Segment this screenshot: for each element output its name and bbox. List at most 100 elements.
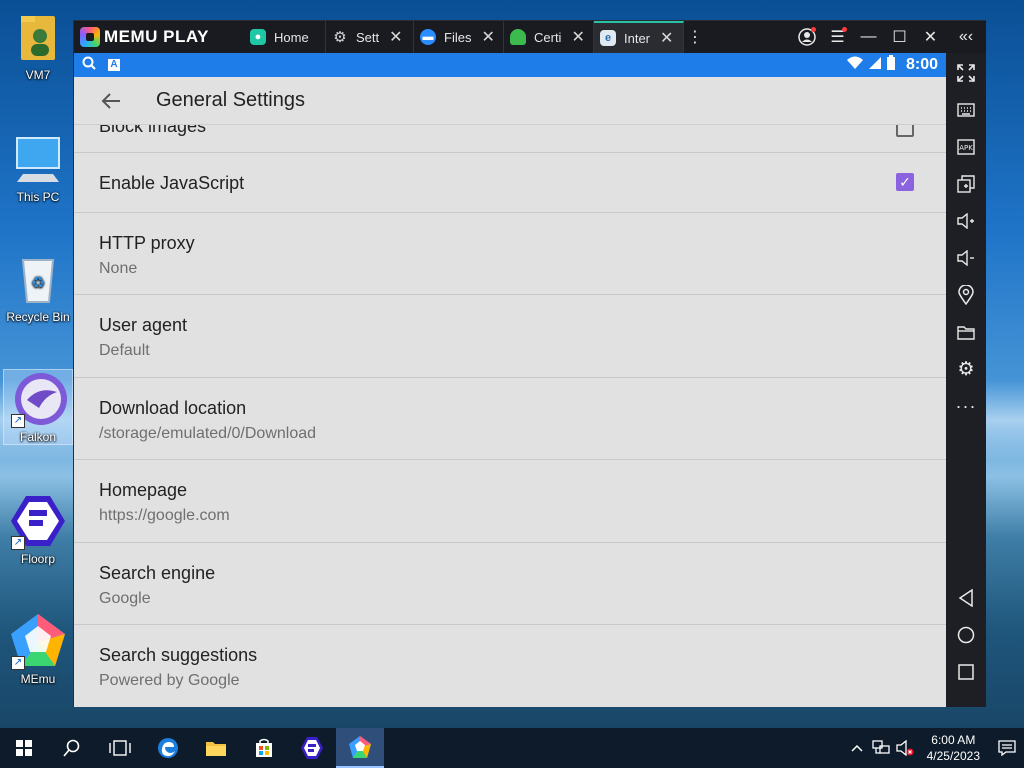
setting-title: Search engine [99,563,216,583]
windows-start-icon[interactable] [0,728,48,768]
search-icon [82,56,96,75]
tab-label: Sett [356,29,380,45]
desktop-icon-this-pc[interactable]: This PC [4,130,72,204]
setting-title: Download location [99,398,247,418]
tab-certificates[interactable]: Certi ✕ [504,21,594,53]
desktop-icon-memu[interactable]: ↗ MEmu [4,612,72,686]
clock-date: 4/25/2023 [926,749,980,763]
setting-search-engine[interactable]: Search engine Google [74,543,946,625]
account-icon[interactable] [791,21,822,53]
desktop-icon-floorp[interactable]: ↗ Floorp [4,492,72,566]
svg-text:APK: APK [959,144,973,152]
desktop-icon-label: Falkon [19,430,57,444]
settings-gear-icon: ⚙ [333,29,347,46]
windows-taskbar: 6:00 AM 4/25/2023 [0,728,1024,768]
android-home-icon[interactable] [952,621,980,649]
setting-block-images[interactable]: Block images [74,125,946,153]
memu-icon: ↗ [9,612,67,670]
taskbar-clock[interactable]: 6:00 AM 4/25/2023 [917,732,990,764]
status-time: 8:00 [905,56,938,73]
close-window-icon[interactable]: ✕ [915,21,946,53]
multi-instance-icon[interactable] [952,170,980,198]
maximize-icon[interactable]: ☐ [884,21,915,53]
files-app-icon: ▬ [420,29,436,45]
settings-appbar: General Settings [74,77,946,125]
setting-title: HTTP proxy [99,233,195,253]
svg-text:♻: ♻ [31,275,45,292]
android-back-icon[interactable] [952,584,980,612]
apk-install-icon[interactable]: APK [952,133,980,161]
setting-title: Block images [99,125,207,136]
tab-label: Files [444,29,472,45]
setting-subtitle: Google [99,590,151,607]
setting-search-suggestions[interactable]: Search suggestions Powered by Google [74,625,946,707]
more-options-icon[interactable]: ··· [952,392,980,420]
setting-download-location[interactable]: Download location /storage/emulated/0/Do… [74,378,946,460]
page-title: General Settings [156,89,305,111]
user-folder-icon [9,8,67,66]
desktop-icon-falkon[interactable]: ↗ Falkon [3,369,73,445]
edge-browser-icon[interactable] [144,728,192,768]
close-icon[interactable]: ✕ [660,28,673,48]
shortcut-arrow-icon: ↗ [11,414,25,428]
network-icon[interactable] [869,740,893,756]
enable-javascript-checkbox[interactable]: ✓ [896,173,914,191]
clock-time: 6:00 AM [931,733,976,747]
memu-emulator-window: MEMU PLAY ● Home ⚙ Sett ✕ ▬ Files ✕ Cert… [73,20,986,707]
memu-taskbar-icon[interactable] [336,728,384,768]
back-arrow-icon[interactable] [74,92,148,109]
keyboard-mapping-icon[interactable] [952,96,980,124]
tab-label: Inter [624,30,651,46]
folder-icon[interactable] [952,318,980,346]
falkon-icon: ↗ [9,370,67,428]
tab-home[interactable]: ● Home [244,21,326,53]
collapse-sidebar-icon[interactable]: «‹ [946,21,986,53]
notifications-icon[interactable] [990,740,1024,756]
file-explorer-icon[interactable] [192,728,240,768]
app-name: MEMU PLAY [104,27,209,46]
desktop-icon-label: This PC [16,190,60,204]
more-tabs-icon[interactable]: ⋮ [684,21,706,53]
desktop-icon-recycle-bin[interactable]: ♻ Recycle Bin [4,250,72,324]
setting-homepage[interactable]: Homepage https://google.com [74,460,946,543]
volume-up-icon[interactable] [952,207,980,235]
settings-gear-icon[interactable]: ⚙ [952,355,980,383]
close-icon[interactable]: ✕ [481,27,494,47]
fullscreen-icon[interactable] [952,59,980,87]
floorp-icon: ↗ [9,492,67,550]
volume-muted-icon[interactable] [893,740,917,756]
android-statusbar: A 8:00 [74,53,946,77]
tab-files[interactable]: ▬ Files ✕ [414,21,504,53]
location-pin-icon[interactable] [952,281,980,309]
wifi-icon [846,56,864,75]
desktop-icon-vm7[interactable]: VM7 [4,8,72,82]
android-recents-icon[interactable] [952,658,980,686]
task-view-icon[interactable] [96,728,144,768]
emulator-sidebar: APK ⚙ ··· [946,53,986,707]
close-icon[interactable]: ✕ [389,27,402,47]
tab-settings[interactable]: ⚙ Sett ✕ [326,21,414,53]
tab-label: Certi [534,29,562,45]
close-icon[interactable]: ✕ [571,27,584,47]
search-icon[interactable] [48,728,96,768]
volume-down-icon[interactable] [952,244,980,272]
setting-subtitle: Powered by Google [99,672,240,689]
desktop-icon-label: Recycle Bin [6,310,70,324]
microsoft-store-icon[interactable] [240,728,288,768]
chevron-up-icon[interactable] [845,744,869,752]
floorp-taskbar-icon[interactable] [288,728,336,768]
menu-icon[interactable]: ☰ [822,21,853,53]
setting-user-agent[interactable]: User agent Default [74,295,946,378]
block-images-checkbox[interactable] [896,125,914,137]
setting-http-proxy[interactable]: HTTP proxy None [74,213,946,295]
android-icon [510,29,526,45]
setting-subtitle: None [99,260,138,277]
setting-title: Enable JavaScript [99,173,245,193]
shortcut-arrow-icon: ↗ [11,536,25,550]
setting-enable-javascript[interactable]: Enable JavaScript ✓ [74,153,946,213]
tab-internet[interactable]: e Inter ✕ [594,21,684,53]
shortcut-arrow-icon: ↗ [11,656,25,670]
desktop-icon-label: MEmu [20,672,56,686]
memu-logo: MEMU PLAY [74,27,244,47]
minimize-icon[interactable]: — [853,21,884,53]
